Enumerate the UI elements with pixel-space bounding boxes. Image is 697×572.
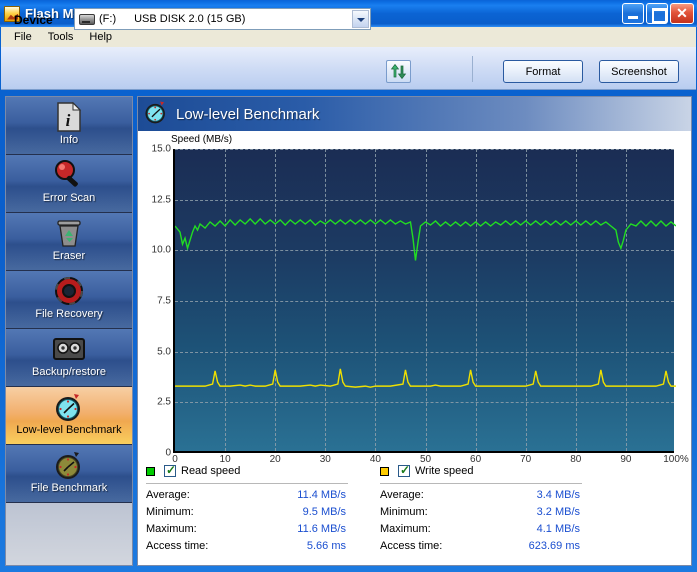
series-line [175, 369, 676, 387]
device-select[interactable]: (F:) USB DISK 2.0 (15 GB) [74, 8, 371, 30]
sidebar-item-file-benchmark[interactable]: File Benchmark [6, 445, 132, 503]
menu-item-tools[interactable]: Tools [40, 29, 82, 45]
application-window: Flash Memory Toolkit - 2.01 - profession… [0, 0, 697, 572]
menu-bar: File Tools Help [1, 27, 696, 47]
stat-row: Maximum: 11.6 MB/s [146, 523, 386, 535]
chart-y-axis-label: Speed (MB/s) [171, 134, 233, 145]
stat-key: Access time: [380, 540, 443, 552]
sidebar-item-error-scan[interactable]: Error Scan [6, 155, 132, 213]
tape-cassette-icon [52, 332, 86, 366]
sidebar-item-label: File Benchmark [30, 482, 108, 494]
y-tick-label: 12.5 [151, 194, 171, 206]
recycle-bin-icon [54, 216, 84, 250]
stat-row: Access time: 5.66 ms [146, 540, 386, 552]
read-speed-checkbox[interactable] [164, 463, 176, 477]
stat-row: Maximum: 4.1 MB/s [380, 523, 620, 535]
maximize-button[interactable] [646, 3, 668, 24]
screenshot-button[interactable]: Screenshot [599, 60, 679, 83]
stat-value: 3.4 MB/s [536, 489, 580, 501]
magnifier-icon [52, 158, 86, 192]
stat-key: Minimum: [380, 506, 428, 518]
sidebar-item-file-recovery[interactable]: File Recovery [6, 271, 132, 329]
y-tick-label: 2.5 [157, 396, 171, 408]
lifebuoy-icon [53, 274, 85, 308]
sidebar-item-low-level-benchmark[interactable]: Low-level Benchmark [6, 387, 132, 445]
divider [146, 483, 348, 484]
stat-key: Minimum: [146, 506, 194, 518]
stat-row: Average: 3.4 MB/s [380, 489, 620, 501]
read-speed-legend: Read speed [146, 463, 386, 479]
panel-title: Low-level Benchmark [176, 105, 320, 123]
toolbar-separator [472, 56, 473, 82]
chart-series [175, 149, 676, 453]
usb-drive-icon [79, 13, 95, 25]
sidebar-item-backup-restore[interactable]: Backup/restore [6, 329, 132, 387]
sidebar: i Info Error Scan Eraser File Recovery B… [5, 96, 133, 566]
stat-value: 623.69 ms [528, 540, 580, 552]
write-speed-checkbox[interactable] [398, 463, 410, 477]
benchmark-statistics: Read speed Average: 11.4 MB/s Minimum: 9… [138, 463, 691, 565]
sidebar-item-label: Error Scan [42, 192, 96, 204]
stat-key: Average: [146, 489, 190, 501]
write-color-swatch [380, 466, 389, 476]
stopwatch-olive-icon [53, 448, 85, 482]
stat-row: Minimum: 9.5 MB/s [146, 506, 386, 518]
sidebar-item-label: Low-level Benchmark [16, 424, 122, 436]
menu-item-file[interactable]: File [6, 29, 40, 45]
device-letter: (F:) [99, 13, 117, 25]
window-controls [622, 3, 694, 24]
device-name: USB DISK 2.0 (15 GB) [134, 13, 246, 25]
sidebar-item-label: File Recovery [35, 308, 103, 320]
stat-key: Access time: [146, 540, 209, 552]
chevron-down-icon[interactable] [352, 10, 369, 28]
svg-text:i: i [66, 111, 71, 130]
sidebar-item-info[interactable]: i Info [6, 97, 132, 155]
stopwatch-blue-icon [53, 390, 85, 424]
benchmark-chart: Speed (MB/s) 0 2.5 5.0 7.5 10.0 12.5 15.0 0 10 2… [138, 131, 691, 465]
read-speed-stats: Read speed Average: 11.4 MB/s Minimum: 9… [146, 463, 386, 552]
y-tick-label: 0 [165, 447, 171, 459]
read-speed-label: Read speed [181, 465, 241, 477]
stat-row: Average: 11.4 MB/s [146, 489, 386, 501]
sidebar-item-label: Info [59, 134, 79, 146]
info-document-icon: i [55, 100, 83, 134]
stat-value: 11.4 MB/s [297, 489, 346, 501]
stat-value: 9.5 MB/s [302, 506, 346, 518]
stat-row: Minimum: 3.2 MB/s [380, 506, 620, 518]
format-button[interactable]: Format [503, 60, 583, 83]
stopwatch-blue-icon [143, 99, 169, 130]
write-speed-legend: Write speed [380, 463, 620, 479]
toolbar [1, 47, 696, 90]
refresh-button[interactable] [386, 60, 411, 83]
write-speed-stats: Write speed Average: 3.4 MB/s Minimum: 3… [380, 463, 620, 552]
stat-key: Maximum: [146, 523, 197, 535]
y-tick-label: 7.5 [157, 295, 171, 307]
y-tick-label: 5.0 [157, 346, 171, 358]
stat-value: 4.1 MB/s [536, 523, 580, 535]
close-button[interactable] [670, 3, 694, 24]
sidebar-item-label: Eraser [52, 250, 86, 262]
chart-plot-area: 0 2.5 5.0 7.5 10.0 12.5 15.0 0 10 20 30 40 50 60 70 80… [152, 144, 689, 466]
stat-row: Access time: 623.69 ms [380, 540, 620, 552]
device-label: Device [14, 13, 53, 27]
series-line [175, 219, 676, 261]
stat-key: Maximum: [380, 523, 431, 535]
write-speed-label: Write speed [415, 465, 474, 477]
sidebar-item-eraser[interactable]: Eraser [6, 213, 132, 271]
sidebar-item-label: Backup/restore [32, 366, 106, 378]
minimize-button[interactable] [622, 3, 644, 24]
content-panel: Low-level Benchmark Speed (MB/s) 0 2.5 5.0… [137, 96, 692, 566]
read-color-swatch [146, 466, 155, 476]
y-tick-label: 15.0 [151, 143, 171, 155]
stat-value: 5.66 ms [306, 540, 346, 552]
divider [380, 483, 582, 484]
menu-item-help[interactable]: Help [81, 29, 120, 45]
stat-value: 11.6 MB/s [297, 523, 346, 535]
panel-header: Low-level Benchmark [138, 97, 691, 131]
stat-value: 3.2 MB/s [536, 506, 580, 518]
y-tick-label: 10.0 [151, 244, 171, 256]
stat-key: Average: [380, 489, 424, 501]
